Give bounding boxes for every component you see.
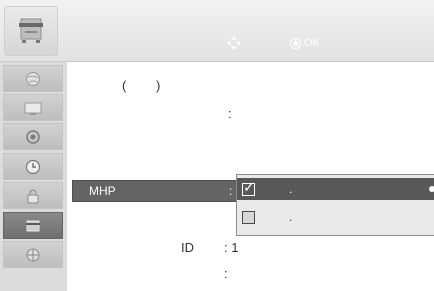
globe-icon — [26, 71, 40, 86]
tv-settings-screen: . OK ( ) : MHP : ID: 1: ✓ . . — [0, 0, 434, 291]
mhp-colon: : — [229, 184, 233, 198]
ok-hint: OK — [290, 35, 320, 51]
dropdown-option-off[interactable]: . — [237, 206, 434, 228]
id-label: ID — [181, 240, 194, 255]
mhp-dropdown: ✓ . . — [236, 174, 434, 236]
sidebar-item-network[interactable] — [3, 241, 63, 268]
sidebar-item-lock[interactable] — [3, 182, 63, 209]
sidebar-item-picture[interactable] — [3, 94, 63, 121]
lock-icon — [27, 189, 39, 203]
last-colon: : — [224, 266, 228, 281]
sidebar-item-audio[interactable] — [3, 123, 63, 150]
hint-separator: . — [282, 37, 286, 49]
picture-icon — [24, 102, 42, 115]
clock-icon — [25, 159, 41, 174]
sidebar-item-time[interactable] — [3, 153, 63, 180]
paren-open: ( — [122, 78, 127, 93]
ok-hint-label: OK — [304, 37, 320, 49]
checkbox-checked-icon: ✓ — [242, 178, 255, 196]
option-label: . — [289, 210, 293, 224]
option-icon — [26, 220, 40, 231]
audio-icon — [26, 129, 40, 144]
sidebar-item-option[interactable] — [3, 212, 63, 239]
sidebar-item-channel[interactable] — [3, 65, 63, 92]
move-hint-icon — [224, 35, 244, 51]
tv-menu-icon — [4, 6, 58, 56]
network-icon — [26, 248, 40, 261]
paren-close: ) — [156, 78, 161, 93]
selected-dot-icon — [429, 186, 434, 192]
sidebar — [0, 62, 67, 291]
option-label: . — [289, 182, 293, 196]
setting-colon: : — [228, 106, 232, 121]
mhp-setting-row[interactable]: MHP : — [72, 180, 242, 202]
id-value: : 1 — [224, 240, 239, 255]
ok-button-icon — [290, 37, 301, 49]
dropdown-option-on[interactable]: ✓ . — [237, 178, 434, 200]
mhp-label: MHP — [89, 184, 116, 198]
header-bar: . OK — [0, 0, 434, 62]
checkbox-unchecked-icon — [242, 210, 255, 224]
